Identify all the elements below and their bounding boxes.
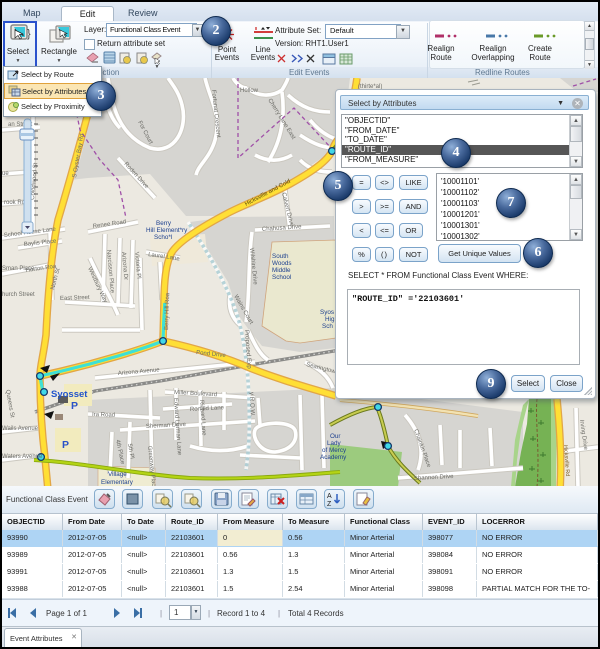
svg-text:Our: Our xyxy=(330,433,341,440)
svg-text:hurch Street: hurch Street xyxy=(2,292,35,298)
svg-text:Berry: Berry xyxy=(156,220,172,227)
svg-text:Waters Avenue: Waters Avenue xyxy=(2,454,43,460)
svg-text:of Mercy: of Mercy xyxy=(322,447,347,454)
svg-text:Hig: Hig xyxy=(325,316,335,323)
svg-text:East Street: East Street xyxy=(60,295,90,302)
svg-text:South: South xyxy=(272,253,289,260)
svg-text:School: School xyxy=(272,274,291,281)
svg-text:}: } xyxy=(27,28,31,40)
svg-text:Syos: Syos xyxy=(320,309,334,316)
svg-text:Wails Avenue: Wails Avenue xyxy=(2,426,39,432)
svg-text:Sch: Sch xyxy=(322,323,333,330)
svg-text:Lady: Lady xyxy=(327,440,342,447)
svg-text:Hill Element*ry: Hill Element*ry xyxy=(146,227,188,234)
svg-text:Scho*l: Scho*l xyxy=(154,234,172,241)
svg-text:Woods: Woods xyxy=(272,260,291,267)
svg-text:A: A xyxy=(327,493,332,500)
svg-text:Elementary: Elementary xyxy=(101,479,134,486)
svg-text:P: P xyxy=(71,400,78,412)
svg-text:Hollow: Hollow xyxy=(240,88,259,94)
svg-text:y R.O.W.: y R.O.W. xyxy=(248,392,256,417)
svg-text:Village: Village xyxy=(108,471,127,478)
svg-text:Academy: Academy xyxy=(320,454,347,461)
svg-text:Syosset: Syosset xyxy=(51,389,88,400)
svg-text:Z: Z xyxy=(327,501,332,508)
svg-text:Middle: Middle xyxy=(272,267,291,274)
svg-text:ue: ue xyxy=(2,171,9,177)
svg-text:Ira Road: Ira Road xyxy=(92,412,115,419)
svg-text:P: P xyxy=(62,439,69,451)
